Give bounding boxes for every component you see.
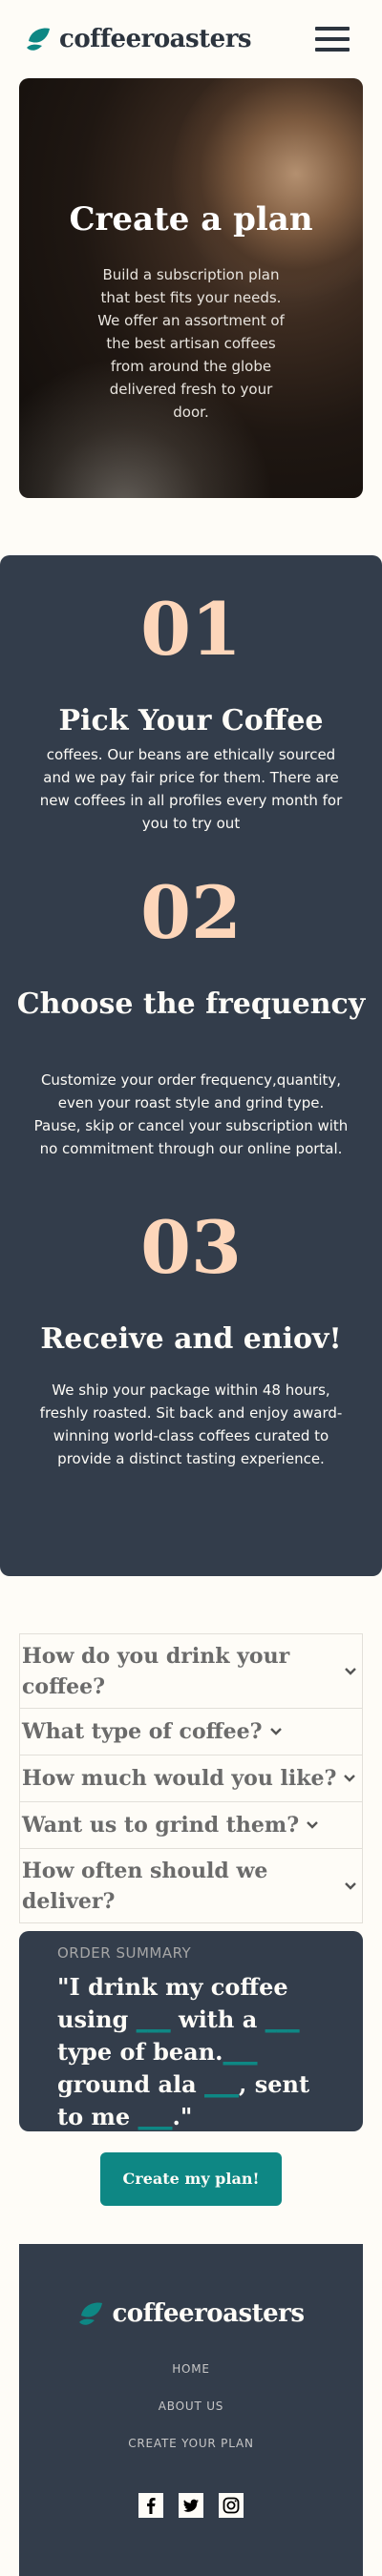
question-grind[interactable]: Want us to grind them? [19, 1802, 363, 1849]
facebook-icon[interactable] [138, 2492, 164, 2519]
footer-nav: HOME ABOUT US CREATE YOUR PLAN [19, 2362, 363, 2450]
chevron-down-icon [345, 1881, 356, 1890]
question-delivery-frequency[interactable]: How often should we deliver? [19, 1849, 363, 1923]
step-title: Choose the frequency [16, 987, 366, 1021]
step-description: coffees. Our beans are ethically sourced… [39, 746, 343, 832]
chevron-down-icon [345, 1667, 356, 1675]
step-description: Customize your order frequency,quantity,… [33, 1071, 349, 1157]
hero-description: Build a subscription plan that best fits… [97, 266, 285, 421]
summary-text-part: ground ala [57, 2070, 205, 2098]
question-quantity[interactable]: How much would you like? [19, 1755, 363, 1802]
summary-text-part: type of bean. [57, 2038, 223, 2066]
step-item: 02 Choose the frequency Customize your o… [0, 877, 382, 1160]
step-item: 03 Receive and eniov! We ship your packa… [0, 1212, 382, 1470]
chevron-down-icon [269, 1728, 282, 1735]
step-number: 03 [140, 1205, 242, 1290]
summary-text-part: with a [170, 2005, 265, 2033]
page-title: Create a plan [69, 200, 313, 239]
brand-logo[interactable]: coffeeroasters [25, 25, 252, 53]
footer-brand-name: coffeeroasters [112, 2299, 305, 2328]
step-title: Pick Your Coffee [58, 704, 324, 737]
question-drink-coffee[interactable]: How do you drink your coffee? [19, 1634, 363, 1709]
order-summary: ORDER SUMMARY "I drink my coffee using _… [19, 1931, 363, 2131]
step-title: Receive and eniov! [40, 1322, 342, 1356]
step-item: 01 Pick Your Coffee coffees. Our beans a… [0, 593, 382, 835]
site-footer: coffeeroasters HOME ABOUT US CREATE YOUR… [19, 2244, 363, 2576]
summary-blank-grind: ___ [204, 2070, 240, 2098]
footer-brand-logo[interactable]: coffeeroasters [19, 2299, 363, 2328]
order-summary-heading: ORDER SUMMARY [57, 1944, 192, 1962]
footer-link-home[interactable]: HOME [172, 2362, 210, 2376]
question-coffee-type[interactable]: What type of coffee? [19, 1709, 363, 1755]
cta-container: Create my plan! [0, 2152, 382, 2206]
order-summary-text: "I drink my coffee using ___ with a ___ … [57, 1971, 325, 2133]
step-description: We ship your package within 48 hours, fr… [39, 1381, 343, 1467]
summary-blank-drink: ___ [136, 2005, 171, 2033]
hero-banner: Create a plan Build a subscription plan … [19, 78, 363, 498]
instagram-icon[interactable] [218, 2492, 244, 2519]
plan-questions-accordion: How do you drink your coffee? What type … [19, 1633, 363, 1923]
footer-link-create-plan[interactable]: CREATE YOUR PLAN [128, 2437, 254, 2450]
question-label: How much would you like? [22, 1766, 337, 1791]
chevron-down-icon [344, 1775, 356, 1782]
coffee-bean-logo-icon [27, 28, 50, 51]
question-label: Want us to grind them? [22, 1813, 300, 1838]
hamburger-menu-icon[interactable] [315, 27, 350, 52]
summary-blank-frequency: ___ [138, 2103, 173, 2130]
site-header: coffeeroasters [0, 0, 382, 78]
chevron-down-icon [307, 1821, 318, 1829]
summary-text-part: ." [172, 2103, 193, 2130]
step-number: 01 [140, 587, 242, 672]
how-it-works-steps: 01 Pick Your Coffee coffees. Our beans a… [0, 555, 382, 1576]
social-links [19, 2492, 363, 2519]
question-label: How do you drink your coffee? [22, 1643, 290, 1699]
step-number: 02 [140, 870, 242, 955]
question-label: How often should we deliver? [22, 1858, 268, 1914]
summary-blank-quantity: ___ [223, 2038, 258, 2066]
create-plan-button[interactable]: Create my plan! [100, 2152, 282, 2206]
question-label: What type of coffee? [22, 1719, 263, 1744]
footer-link-about[interactable]: ABOUT US [159, 2399, 223, 2413]
summary-blank-type: ___ [265, 2005, 300, 2033]
brand-name: coffeeroasters [59, 25, 252, 53]
coffee-bean-logo-icon [79, 2302, 103, 2325]
twitter-icon[interactable] [178, 2492, 204, 2519]
hero-content: Create a plan Build a subscription plan … [19, 78, 363, 424]
